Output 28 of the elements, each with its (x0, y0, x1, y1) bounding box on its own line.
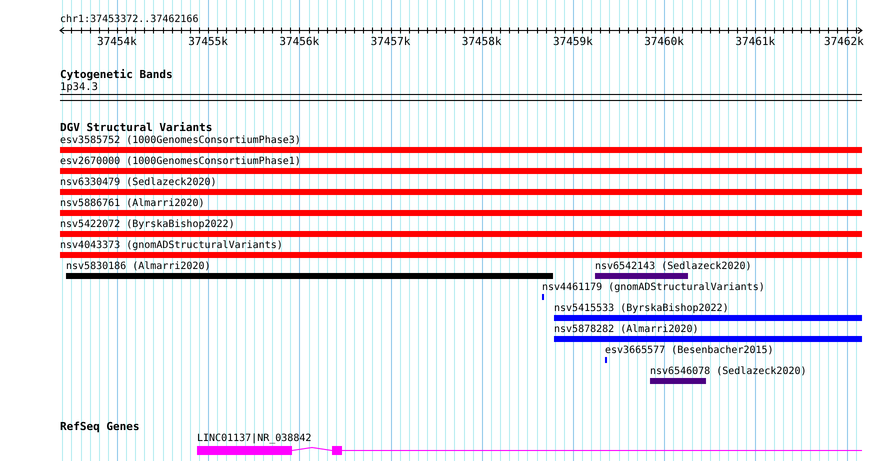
feature-label: nsv6546078 (Sedlazeck2020) (650, 366, 807, 377)
feature-label: nsv5415533 (ByrskaBishop2022) (554, 303, 729, 314)
feature-label: nsv6330479 (Sedlazeck2020) (60, 177, 217, 188)
feature-label: nsv5422072 (ByrskaBishop2022) (60, 219, 235, 230)
feature-label: nsv4043373 (gnomADStructuralVariants) (60, 240, 283, 251)
tick-label: 37458k (462, 36, 502, 48)
location-label: chr1:37453372..37462166 (60, 14, 198, 26)
tick-label: 37459k (553, 36, 593, 48)
feature-label: esv3585752 (1000GenomesConsortiumPhase3) (60, 135, 301, 146)
tick-label: 37454k (97, 36, 137, 48)
tick-label: 37460k (644, 36, 684, 48)
gene-label: LINC01137|NR_038842 (197, 433, 312, 444)
track-title: Cytogenetic Bands (60, 69, 173, 81)
tick-label: 37455k (188, 36, 228, 48)
tick-label: 37461k (735, 36, 776, 48)
tick-label: 37456k (279, 36, 320, 48)
track-title: DGV Structural Variants (60, 122, 212, 134)
band-label: 1p34.3 (60, 81, 98, 93)
track-title: RefSeq Genes (60, 421, 140, 433)
feature-label: esv2670000 (1000GenomesConsortiumPhase1) (60, 156, 301, 167)
feature-label: nsv4461179 (gnomADStructuralVariants) (542, 282, 765, 293)
feature-label: nsv5886761 (Almarri2020) (60, 198, 204, 209)
tick-label: 37457k (370, 36, 410, 48)
feature-label: esv3665577 (Besenbacher2015) (605, 345, 774, 356)
feature-label: nsv5830186 (Almarri2020) (66, 261, 210, 272)
tick-label: 37462k (824, 36, 864, 48)
feature-label: nsv6542143 (Sedlazeck2020) (595, 261, 752, 272)
feature-label: nsv5878282 (Almarri2020) (554, 324, 698, 335)
